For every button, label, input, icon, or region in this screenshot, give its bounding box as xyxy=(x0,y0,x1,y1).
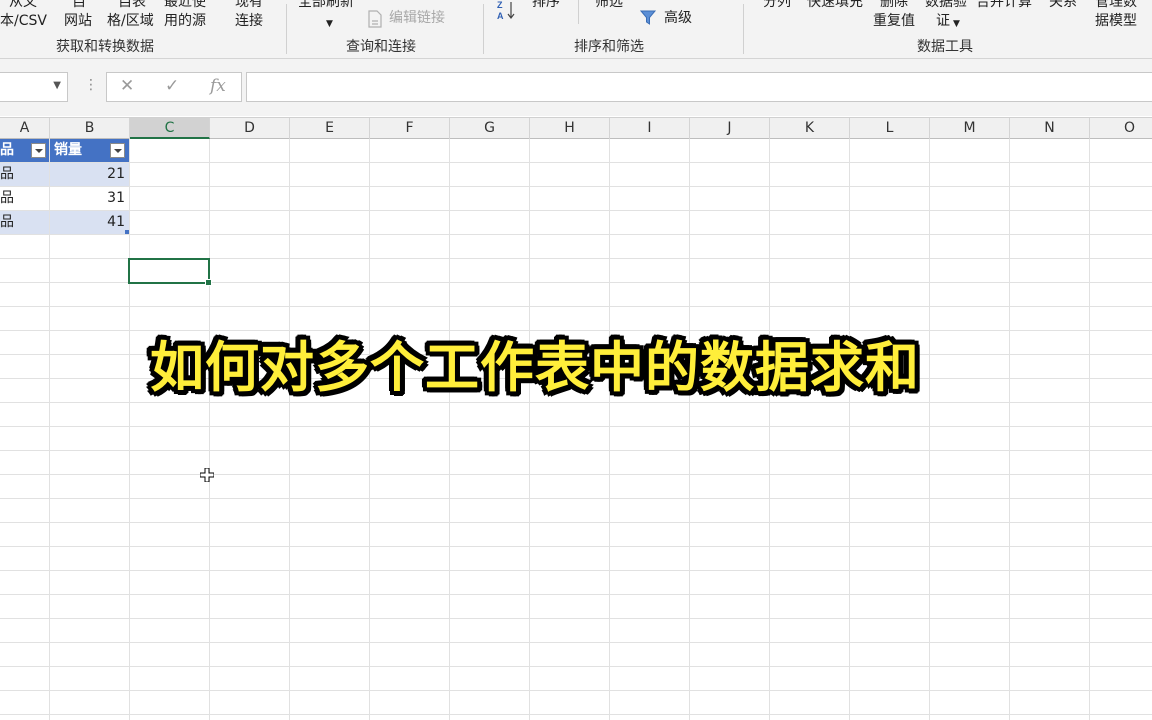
insert-function-icon[interactable]: fx xyxy=(210,76,226,96)
group-separator xyxy=(743,4,744,54)
refresh-all-label: 全部刷新 xyxy=(298,0,354,10)
group-separator xyxy=(286,4,287,54)
sort-button[interactable]: 排序 xyxy=(532,0,560,12)
column-header-j[interactable]: J xyxy=(690,118,770,139)
formula-buttons: ✕ ✓ fx xyxy=(106,72,242,102)
remove-dup-line2: 重复值 xyxy=(873,13,915,29)
existing-conn-line2: 连接 xyxy=(235,13,263,29)
manage-model-line2: 据模型 xyxy=(1095,13,1137,29)
flash-fill-button[interactable]: 快速填充 xyxy=(807,0,863,12)
column-header-i[interactable]: I xyxy=(610,118,690,139)
text-to-columns-button[interactable]: 分列 xyxy=(763,0,791,12)
table-header-a-label: 品 xyxy=(0,142,14,158)
column-header-m[interactable]: M xyxy=(930,118,1010,139)
filter-button[interactable]: 筛选 xyxy=(595,0,623,12)
column-header-b[interactable]: B xyxy=(50,118,130,139)
column-header-k[interactable]: K xyxy=(770,118,850,139)
from-text-csv-line2: 本/CSV xyxy=(0,13,47,29)
table-cell[interactable]: 41 xyxy=(50,211,129,234)
group-separator xyxy=(578,0,579,24)
formula-bar-area: ▼ ⋮ ✕ ✓ fx xyxy=(0,59,1152,116)
sort-za-icon[interactable]: Z A xyxy=(497,0,517,22)
table-cell[interactable]: 21 xyxy=(50,163,129,186)
table-header-cell-a[interactable]: 品 xyxy=(0,139,49,162)
advanced-label: 高级 xyxy=(664,10,692,26)
from-table-line2: 格/区域 xyxy=(107,13,154,29)
column-header-o[interactable]: O xyxy=(1090,118,1152,139)
table-cell[interactable]: 品 xyxy=(0,187,49,210)
column-header-a[interactable]: A xyxy=(0,118,50,139)
video-title-overlay: 如何对多个工作表中的数据求和 xyxy=(150,336,920,399)
table-header-b-label: 销量 xyxy=(54,142,82,158)
chevron-down-icon: ▼ xyxy=(326,19,333,29)
active-cell-selection[interactable] xyxy=(128,258,212,286)
column-header-g[interactable]: G xyxy=(450,118,530,139)
column-header-c[interactable]: C xyxy=(130,118,210,139)
drag-handle-icon[interactable]: ⋮ xyxy=(84,77,98,93)
name-box[interactable]: ▼ xyxy=(0,72,68,102)
svg-text:A: A xyxy=(497,11,504,21)
group-title-queries: 查询和连接 xyxy=(346,39,416,55)
filter-dropdown-icon[interactable] xyxy=(31,143,46,158)
formula-input[interactable] xyxy=(246,72,1152,102)
enter-icon[interactable]: ✓ xyxy=(165,76,179,96)
document-link-icon xyxy=(368,10,382,28)
column-header-f[interactable]: F xyxy=(370,118,450,139)
cell-cursor-icon xyxy=(200,468,214,482)
group-separator xyxy=(483,4,484,54)
table-cell[interactable]: 31 xyxy=(50,187,129,210)
column-header-n[interactable]: N xyxy=(1010,118,1090,139)
recent-sources-line2: 用的源 xyxy=(164,13,206,29)
table-cell[interactable]: 品 xyxy=(0,211,49,234)
worksheet-grid[interactable]: 品 销量 品 21 品 31 品 41 如何对多个工作表中的数据求和 xyxy=(0,139,1152,720)
group-title-data-tools: 数据工具 xyxy=(917,39,973,55)
column-headers: ABCDEFGHIJKLMNO xyxy=(0,117,1152,139)
column-header-h[interactable]: H xyxy=(530,118,610,139)
filter-dropdown-icon[interactable] xyxy=(110,143,125,158)
from-web-line2: 网站 xyxy=(64,13,92,29)
table-cell[interactable]: 品 xyxy=(0,163,49,186)
data-validation-line2: 证 xyxy=(936,13,950,29)
group-title-get-transform: 获取和转换数据 xyxy=(56,39,154,55)
chevron-down-icon[interactable]: ▼ xyxy=(53,80,61,91)
edit-links-label: 编辑链接 xyxy=(389,10,445,26)
column-header-d[interactable]: D xyxy=(210,118,290,139)
group-title-sort-filter: 排序和筛选 xyxy=(574,39,644,55)
chevron-down-icon: ▼ xyxy=(953,19,960,29)
table-resize-handle[interactable] xyxy=(125,230,129,234)
consolidate-button[interactable]: 合并计算 xyxy=(976,0,1032,12)
relationships-button[interactable]: 关系 xyxy=(1049,0,1077,12)
table-header-cell-b[interactable]: 销量 xyxy=(50,139,129,162)
cancel-icon[interactable]: ✕ xyxy=(120,76,134,96)
column-header-l[interactable]: L xyxy=(850,118,930,139)
svg-text:Z: Z xyxy=(497,0,503,10)
ribbon: 从文 本/CSV 自 网站 自表 格/区域 最近使 用的源 现有 连接 获取和转… xyxy=(0,0,1152,59)
column-header-e[interactable]: E xyxy=(290,118,370,139)
funnel-icon xyxy=(640,10,657,25)
